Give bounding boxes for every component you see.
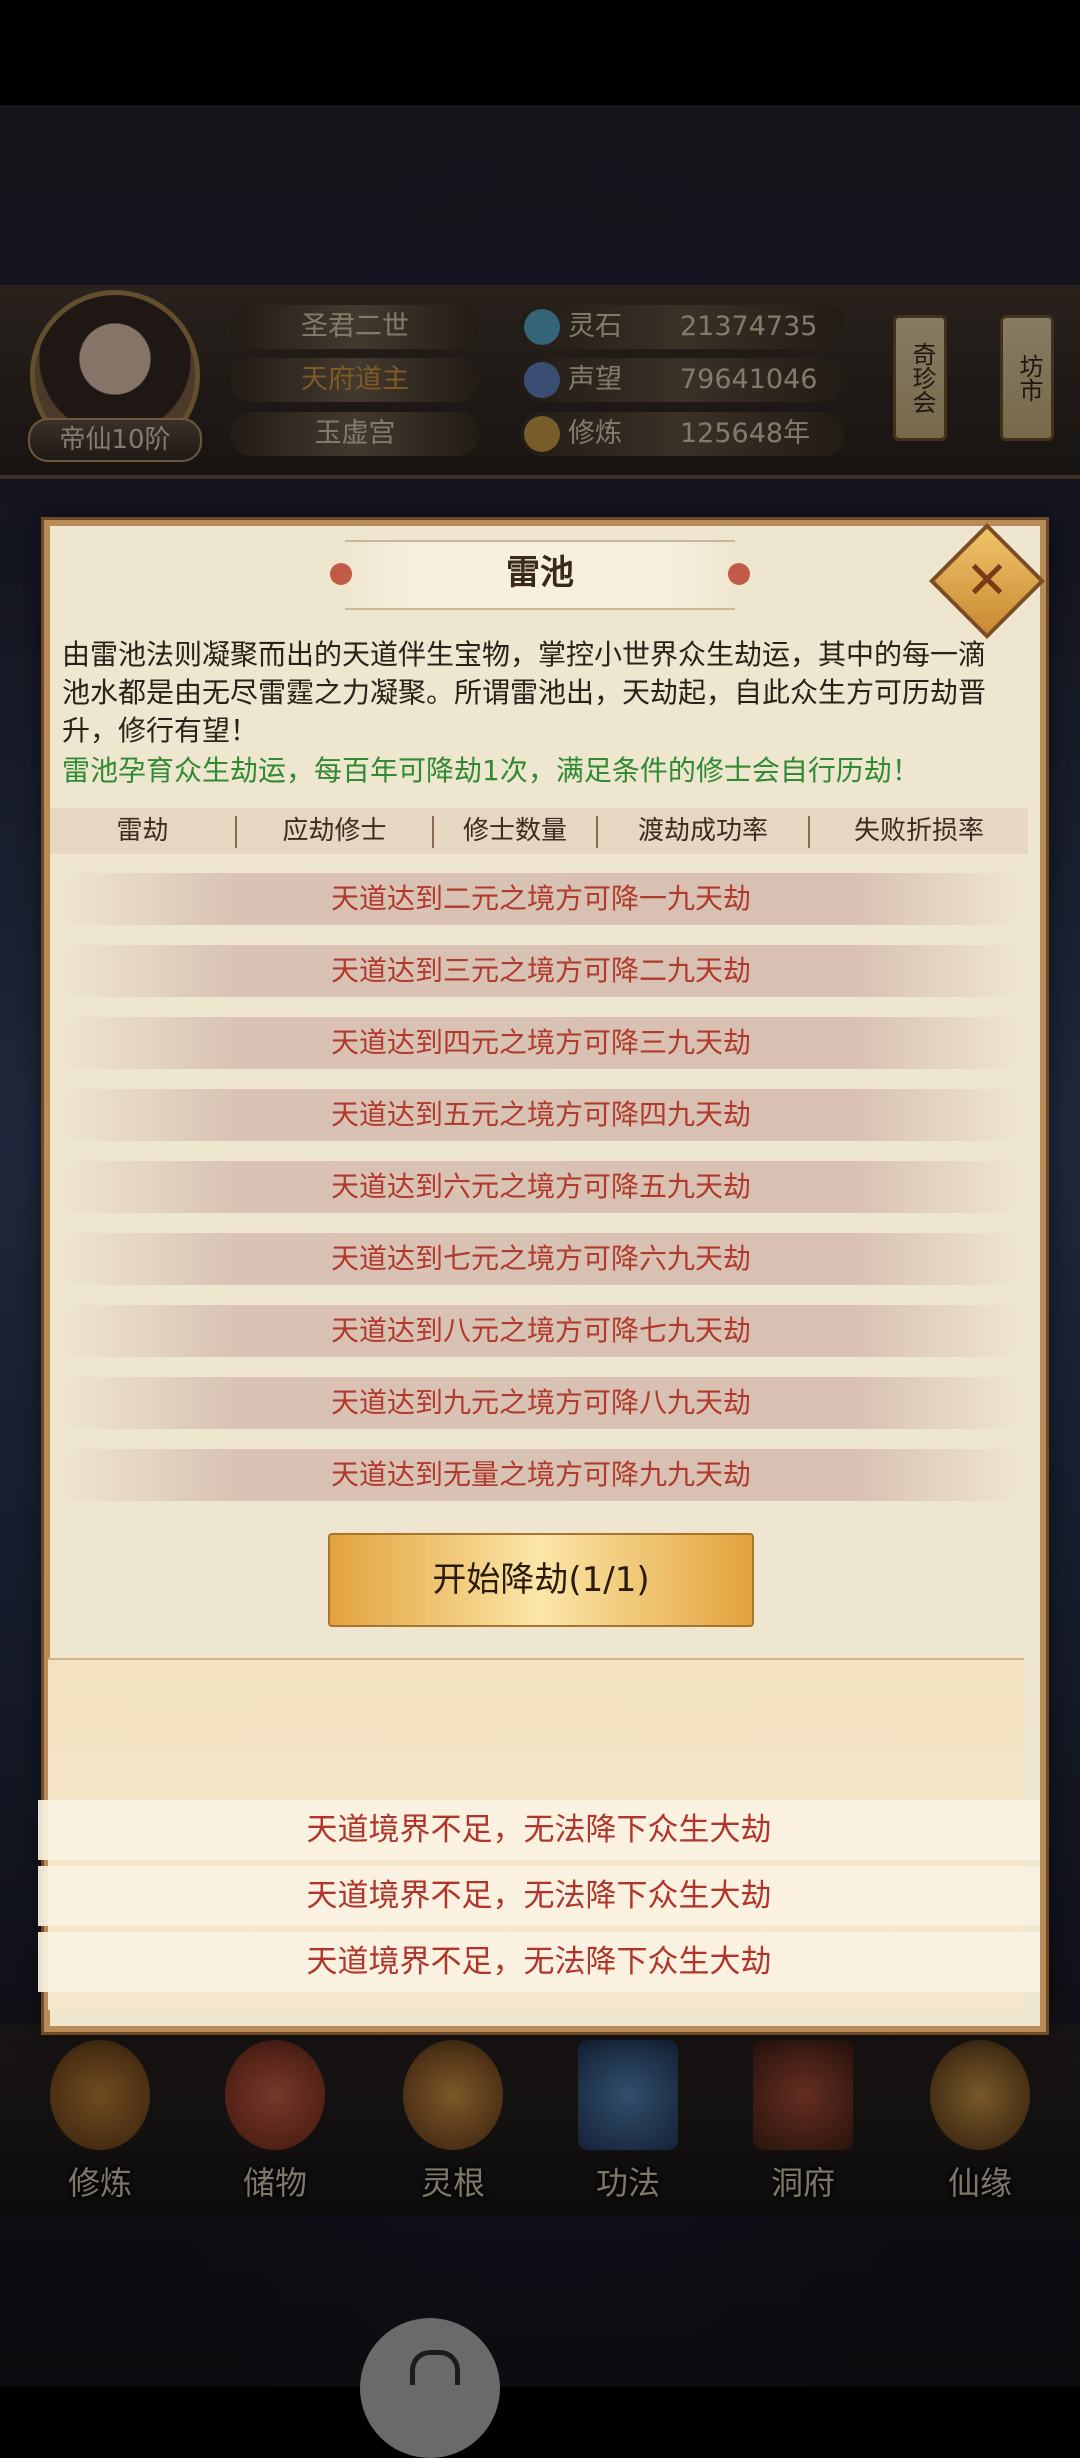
table-header: 雷劫 应劫修士 修士数量 渡劫成功率 失败折损率	[50, 808, 1028, 854]
column-header: 应劫修士	[282, 816, 387, 846]
lock-icon	[410, 2350, 460, 2385]
column-header: 雷劫	[116, 816, 169, 846]
dialog-title: 雷池	[506, 553, 574, 593]
log-message: 天道境界不足，无法降下众生大劫	[38, 1800, 1040, 1860]
tribulation-row: 天道达到三元之境方可降二九天劫	[60, 945, 1022, 997]
tribulation-row: 天道达到八元之境方可降七九天劫	[60, 1305, 1022, 1357]
close-icon[interactable]: ✕	[946, 540, 1028, 622]
tribulation-row: 天道达到无量之境方可降九九天劫	[60, 1449, 1022, 1501]
log-message: 天道境界不足，无法降下众生大劫	[38, 1932, 1040, 1992]
column-header: 失败折损率	[853, 816, 984, 846]
tribulation-row: 天道达到七元之境方可降六九天劫	[60, 1233, 1022, 1285]
tribulation-row: 天道达到二元之境方可降一九天劫	[60, 873, 1022, 925]
dialog-description: 由雷池法则凝聚而出的天道伴生宝物，掌控小世界众生劫运，其中的每一滴池水都是由无尽…	[62, 638, 987, 747]
start-tribulation-button[interactable]: 开始降劫(1/1)	[328, 1533, 754, 1627]
tribulation-row: 天道达到六元之境方可降五九天劫	[60, 1161, 1022, 1213]
dialog-hint: 雷池孕育众生劫运，每百年可降劫1次，满足条件的修士会自行历劫！	[62, 754, 920, 787]
column-header: 渡劫成功率	[637, 816, 768, 846]
log-message: 天道境界不足，无法降下众生大劫	[38, 1866, 1040, 1926]
column-header: 修士数量	[462, 816, 567, 846]
lock-button[interactable]	[360, 2318, 500, 2458]
tribulation-row: 天道达到九元之境方可降八九天劫	[60, 1377, 1022, 1429]
tribulation-row: 天道达到四元之境方可降三九天劫	[60, 1017, 1022, 1069]
tribulation-row: 天道达到五元之境方可降四九天劫	[60, 1089, 1022, 1141]
